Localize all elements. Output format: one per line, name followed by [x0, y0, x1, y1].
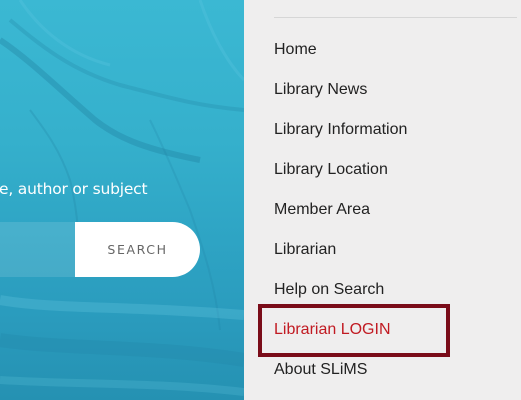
menu-divider	[274, 17, 517, 18]
search-input[interactable]	[0, 222, 80, 277]
search-button[interactable]: SEARCH	[75, 222, 200, 277]
menu-item-home[interactable]: Home	[274, 40, 317, 60]
menu-item-library-location[interactable]: Library Location	[274, 160, 388, 180]
menu-item-library-news[interactable]: Library News	[274, 80, 367, 100]
search-prompt-text: e, author or subject	[0, 180, 148, 198]
menu-item-librarian-login[interactable]: Librarian LOGIN	[274, 320, 391, 340]
menu-item-librarian[interactable]: Librarian	[274, 240, 336, 260]
menu-item-help-on-search[interactable]: Help on Search	[274, 280, 384, 300]
hero-background-image	[0, 0, 244, 396]
menu-item-library-information[interactable]: Library Information	[274, 120, 407, 140]
menu-item-member-area[interactable]: Member Area	[274, 200, 370, 220]
menu-item-about-slims[interactable]: About SLiMS	[274, 360, 367, 380]
hero-banner: e, author or subject SEARCH	[0, 0, 244, 400]
navigation-menu: Home Library News Library Information Li…	[244, 0, 521, 400]
